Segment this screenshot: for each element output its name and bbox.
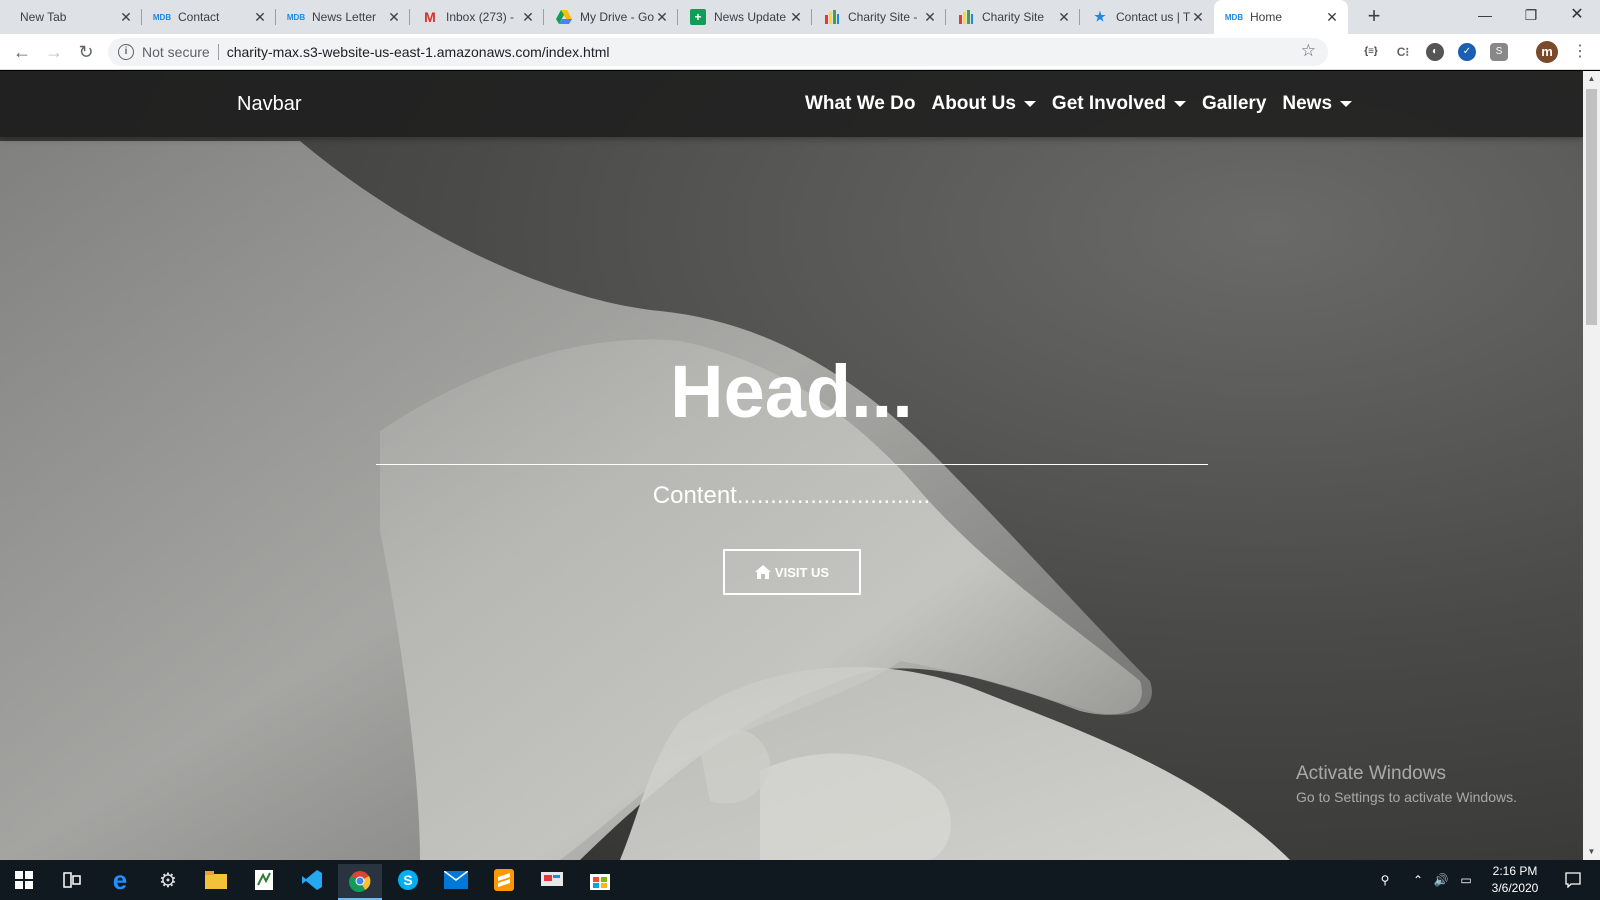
back-arrow-icon[interactable]: ← <box>10 40 34 64</box>
network-tool-icon[interactable]: ⚙ <box>146 862 190 898</box>
hero-headline: Head... <box>670 350 913 433</box>
taskbar-clock[interactable]: 2:16 PM 3/6/2020 <box>1480 863 1550 897</box>
info-icon[interactable]: i <box>118 44 134 60</box>
tab-contact[interactable]: MDB Contact ✕ <box>142 0 276 34</box>
mdb-icon: MDB <box>1224 12 1244 22</box>
tab-title: Contact us | T <box>1116 10 1190 24</box>
home-icon <box>754 565 771 579</box>
tab-my-drive[interactable]: My Drive - Go ✕ <box>544 0 678 34</box>
c-extension-icon[interactable]: C⁝ <box>1394 43 1412 61</box>
file-explorer-icon[interactable] <box>194 862 238 898</box>
close-icon[interactable]: ✕ <box>922 9 938 25</box>
hero-divider <box>376 464 1208 465</box>
notifications-icon[interactable] <box>1558 860 1588 900</box>
window-close-icon[interactable]: ✕ <box>1554 0 1600 30</box>
restore-icon[interactable]: ❐ <box>1508 0 1554 30</box>
task-view-icon[interactable] <box>50 862 94 898</box>
close-icon[interactable]: ✕ <box>1190 9 1206 25</box>
tab-home[interactable]: MDB Home ✕ <box>1214 0 1348 34</box>
security-label: Not secure <box>142 44 210 60</box>
profile-avatar[interactable]: m <box>1536 41 1558 63</box>
contact-icon: ★ <box>1094 9 1106 24</box>
watermark-title: Activate Windows <box>1296 763 1446 784</box>
mdb-icon: MDB <box>152 12 172 22</box>
windows-activation-watermark: Activate Windows Go to Settings to activ… <box>1296 763 1517 805</box>
hero-subtext: Content............................. <box>652 482 931 509</box>
tab-title: Home <box>1250 10 1283 24</box>
svg-text:S: S <box>403 872 412 888</box>
tab-title: Inbox (273) - <box>446 10 515 24</box>
close-icon[interactable]: ✕ <box>252 9 268 25</box>
volume-icon[interactable]: 🔊 <box>1432 860 1450 900</box>
browser-toolbar: ← → ↻ i Not secure charity-max.s3-websit… <box>0 34 1600 70</box>
vscode-icon[interactable] <box>290 862 334 898</box>
tab-new-tab[interactable]: New Tab ✕ <box>8 0 142 34</box>
skype-icon[interactable]: S <box>386 862 430 898</box>
close-icon[interactable]: ✕ <box>520 9 536 25</box>
edge-icon[interactable]: e <box>98 862 142 898</box>
store-icon[interactable] <box>578 862 622 898</box>
tab-title: My Drive - Go <box>580 10 654 24</box>
tab-news-update[interactable]: + News Update ✕ <box>678 0 812 34</box>
visit-us-label: VISIT US <box>774 564 830 580</box>
tab-title: News Letter <box>312 10 377 24</box>
chrome-icon[interactable] <box>338 864 382 900</box>
chevron-up-icon[interactable]: ⌃ <box>1410 860 1426 900</box>
sublime-text-icon[interactable] <box>482 862 526 898</box>
tab-title: New Tab <box>20 10 67 24</box>
close-icon[interactable]: ✕ <box>118 9 134 25</box>
new-tab-button[interactable]: + <box>1362 5 1386 29</box>
close-icon[interactable]: ✕ <box>1056 9 1072 25</box>
sheets-icon: + <box>690 9 706 25</box>
windows-start-icon[interactable] <box>2 862 46 898</box>
network-icon[interactable]: ▭ <box>1456 860 1476 900</box>
dark-mode-extension-icon[interactable]: ◐ <box>1426 43 1444 61</box>
minimize-icon[interactable]: — <box>1462 0 1508 30</box>
close-icon[interactable]: ✕ <box>654 9 670 25</box>
notepad-icon[interactable] <box>242 862 286 898</box>
close-icon[interactable]: ✕ <box>386 9 402 25</box>
watermark-subtitle: Go to Settings to activate Windows. <box>1296 789 1517 805</box>
close-icon[interactable]: ✕ <box>1324 9 1340 25</box>
clock-time: 2:16 PM <box>1492 864 1538 878</box>
page-scrollbar[interactable]: ▲ ▼ <box>1583 71 1600 860</box>
compass-extension-icon[interactable]: ✓ <box>1458 43 1476 61</box>
close-icon[interactable]: ✕ <box>788 9 804 25</box>
hero-section: Head... Content.........................… <box>0 71 1583 860</box>
tab-title: Charity Site - <box>848 10 918 24</box>
bookmark-star-icon[interactable]: ☆ <box>1301 41 1316 61</box>
forward-arrow-icon[interactable]: → <box>42 40 66 64</box>
s-extension-icon[interactable]: S <box>1490 43 1508 61</box>
tab-title: Contact <box>178 10 220 24</box>
scroll-down-arrow-icon[interactable]: ▼ <box>1583 844 1600 860</box>
tab-contact-us[interactable]: ★ Contact us | T ✕ <box>1080 0 1214 34</box>
visit-us-button[interactable]: VISIT US <box>723 549 861 595</box>
tab-charity-site-2[interactable]: Charity Site ✕ <box>946 0 1080 34</box>
mail-icon[interactable] <box>434 862 478 898</box>
tab-title: Charity Site <box>982 10 1045 24</box>
people-icon[interactable]: ⚲ <box>1374 860 1396 900</box>
menu-dots-icon[interactable]: ⋮ <box>1572 41 1588 63</box>
scroll-up-arrow-icon[interactable]: ▲ <box>1583 71 1600 87</box>
json-extension-icon[interactable]: {≡} <box>1362 43 1380 61</box>
reload-icon[interactable]: ↻ <box>74 40 98 64</box>
clock-date: 3/6/2020 <box>1491 881 1539 895</box>
charity-icon <box>958 9 974 25</box>
url-text[interactable]: charity-max.s3-website-us-east-1.amazona… <box>227 44 610 60</box>
charity-icon <box>824 9 840 25</box>
tab-title: News Update <box>714 10 787 24</box>
page-viewport: Navbar What We Do About Us Get Involved … <box>0 71 1583 860</box>
gmail-icon: M <box>424 9 436 25</box>
drive-icon <box>556 9 572 25</box>
tab-news-letter[interactable]: MDB News Letter ✕ <box>276 0 410 34</box>
presentation-app-icon[interactable] <box>530 862 574 898</box>
tab-inbox[interactable]: M Inbox (273) - ✕ <box>410 0 544 34</box>
tab-charity-site-1[interactable]: Charity Site - ✕ <box>812 0 946 34</box>
windows-taskbar: e ⚙ S ⚲ ⌃ 🔊 ▭ 2:16 PM 3/6/2020 <box>0 860 1600 900</box>
browser-tab-strip: New Tab ✕ MDB Contact ✕ MDB News Letter … <box>0 0 1600 34</box>
mdb-icon: MDB <box>286 12 306 22</box>
scrollbar-thumb[interactable] <box>1586 89 1597 325</box>
address-bar[interactable]: i Not secure charity-max.s3-website-us-e… <box>108 38 1328 66</box>
